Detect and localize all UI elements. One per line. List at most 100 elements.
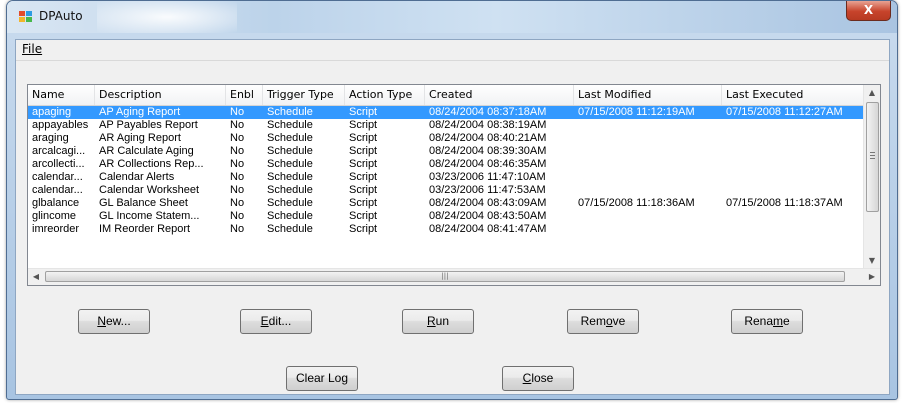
vertical-scroll-thumb[interactable] — [866, 102, 879, 212]
scroll-left-arrow-icon[interactable]: ◀ — [28, 269, 44, 285]
cell-trigger: Schedule — [267, 158, 313, 170]
remove-button[interactable]: Remove — [567, 309, 639, 334]
cell-name: arcalcagi... — [32, 145, 86, 157]
column-header-enbl[interactable]: Enbl — [226, 85, 263, 105]
horizontal-scroll-thumb[interactable]: ||| — [45, 271, 845, 282]
column-header-last-modified[interactable]: Last Modified — [574, 85, 722, 105]
cell-enbl: No — [230, 197, 245, 209]
cell-created: 08/24/2004 08:40:21AM — [429, 132, 547, 144]
cell-trigger: Schedule — [267, 210, 313, 222]
cell-enbl: No — [230, 119, 245, 131]
column-header-last-executed[interactable]: Last Executed — [722, 85, 864, 105]
cell-executed — [722, 145, 864, 158]
table-row[interactable]: imreorder IM Reorder Report No Schedule … — [28, 223, 864, 236]
rename-button[interactable]: Rename — [731, 309, 803, 334]
cell-executed — [722, 158, 864, 171]
cell-modified — [574, 145, 722, 158]
cell-executed: 07/15/2008 11:12:27AM — [726, 106, 843, 118]
table-row[interactable]: glincome GL Income Statem... No Schedule… — [28, 210, 864, 223]
cell-description: AP Payables Report — [99, 119, 198, 131]
cell-name: arcollecti... — [32, 158, 85, 170]
cell-executed — [722, 119, 864, 132]
cell-executed — [722, 210, 864, 223]
cell-name: glincome — [32, 210, 77, 222]
cell-name: glbalance — [32, 197, 80, 209]
cell-trigger: Schedule — [267, 223, 313, 235]
cell-description: AP Aging Report — [99, 106, 181, 118]
window-title: DPAuto — [39, 9, 83, 23]
menu-file[interactable]: File — [20, 42, 44, 56]
client-area: File Name Description Enbl Trigger Type … — [15, 39, 890, 395]
cell-created: 08/24/2004 08:46:35AM — [429, 158, 547, 170]
cell-action: Script — [349, 145, 378, 157]
cell-enbl: No — [230, 171, 245, 183]
cell-modified — [574, 210, 722, 223]
table-row[interactable]: arcalcagi... AR Calculate Aging No Sched… — [28, 145, 864, 158]
table-row[interactable]: araging AR Aging Report No Schedule Scri… — [28, 132, 864, 145]
cell-description: IM Reorder Report — [99, 223, 191, 235]
cell-action: Script — [349, 210, 378, 222]
list-rows: apaging AP Aging Report No Schedule Scri… — [28, 106, 864, 236]
scroll-up-arrow-icon[interactable]: ▲ — [864, 85, 880, 101]
table-row[interactable]: apaging AP Aging Report No Schedule Scri… — [28, 106, 864, 119]
title-bar[interactable]: DPAuto X — [7, 1, 897, 33]
cell-enbl: No — [230, 210, 245, 222]
cell-created: 03/23/2006 11:47:53AM — [429, 184, 546, 196]
run-button[interactable]: Run — [402, 309, 474, 334]
cell-description: Calendar Worksheet — [99, 184, 200, 196]
column-header-trigger-type[interactable]: Trigger Type — [263, 85, 345, 105]
cell-executed — [722, 132, 864, 145]
column-header-action-type[interactable]: Action Type — [345, 85, 425, 105]
cell-modified: 07/15/2008 11:12:19AM — [578, 106, 695, 118]
cell-created: 08/24/2004 08:39:30AM — [429, 145, 547, 157]
cell-action: Script — [349, 197, 378, 209]
cell-description: GL Balance Sheet — [99, 197, 188, 209]
cell-enbl: No — [230, 158, 245, 170]
table-row[interactable]: appayables AP Payables Report No Schedul… — [28, 119, 864, 132]
cell-name: araging — [32, 132, 69, 144]
cell-trigger: Schedule — [267, 197, 313, 209]
cell-trigger: Schedule — [267, 106, 313, 118]
cell-trigger: Schedule — [267, 184, 313, 196]
menu-file-label: File — [22, 42, 43, 56]
clear-log-button[interactable]: Clear Log — [286, 366, 358, 391]
cell-name: appayables — [32, 119, 89, 131]
cell-action: Script — [349, 119, 378, 131]
cell-action: Script — [349, 184, 378, 196]
list-header: Name Description Enbl Trigger Type Actio… — [28, 85, 864, 106]
table-row[interactable]: arcollecti... AR Collections Rep... No S… — [28, 158, 864, 171]
close-button[interactable]: Close — [502, 366, 574, 391]
cell-executed: 07/15/2008 11:18:37AM — [726, 197, 843, 209]
cell-action: Script — [349, 132, 378, 144]
cell-action: Script — [349, 171, 378, 183]
table-row[interactable]: glbalance GL Balance Sheet No Schedule S… — [28, 197, 864, 210]
job-list[interactable]: Name Description Enbl Trigger Type Actio… — [27, 84, 881, 286]
horizontal-scrollbar[interactable]: ◀ ||| ▶ — [28, 268, 880, 285]
column-header-created[interactable]: Created — [425, 85, 574, 105]
cell-modified — [574, 119, 722, 132]
cell-description: GL Income Statem... — [99, 210, 200, 222]
table-row[interactable]: calendar... Calendar Alerts No Schedule … — [28, 171, 864, 184]
cell-modified — [574, 223, 722, 236]
scroll-down-arrow-icon[interactable]: ▼ — [864, 253, 880, 269]
cell-created: 08/24/2004 08:43:09AM — [429, 197, 547, 209]
cell-enbl: No — [230, 145, 245, 157]
cell-enbl: No — [230, 106, 245, 118]
menu-bar: File — [16, 40, 889, 61]
vertical-scrollbar[interactable]: ▲ ▼ — [863, 85, 880, 269]
close-window-button[interactable]: X — [846, 1, 891, 21]
cell-created: 08/24/2004 08:43:50AM — [429, 210, 547, 222]
new-button[interactable]: New... — [78, 309, 150, 334]
cell-modified — [574, 171, 722, 184]
column-header-description[interactable]: Description — [95, 85, 226, 105]
table-row[interactable]: calendar... Calendar Worksheet No Schedu… — [28, 184, 864, 197]
cell-name: apaging — [32, 106, 72, 118]
scroll-right-arrow-icon[interactable]: ▶ — [864, 269, 880, 285]
edit-button[interactable]: Edit... — [240, 309, 312, 334]
column-header-name[interactable]: Name — [28, 85, 95, 105]
cell-name: imreorder — [32, 223, 80, 235]
cell-executed — [722, 184, 864, 197]
cell-enbl: No — [230, 184, 245, 196]
cell-name: calendar... — [32, 171, 83, 183]
cell-action: Script — [349, 223, 378, 235]
